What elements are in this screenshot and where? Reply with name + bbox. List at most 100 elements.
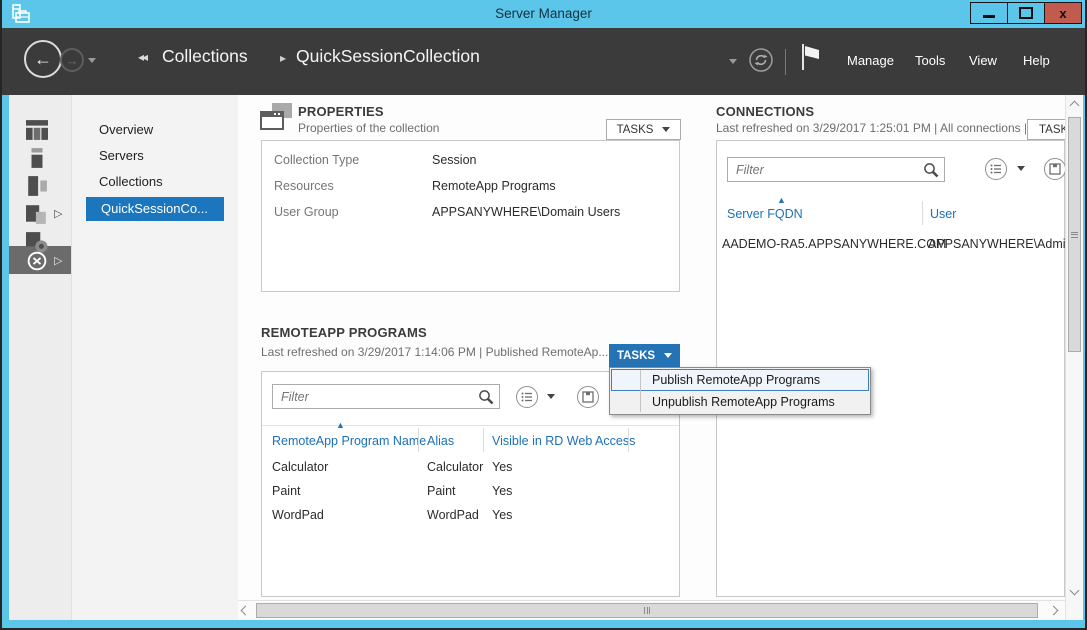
close-icon: x [1059,7,1066,20]
properties-subtitle: Properties of the collection [298,121,439,135]
window-title: Server Manager [2,6,1085,21]
navigation-bar: ← → ◂◂ Collections ▸ QuickSessionCollect… [2,28,1085,95]
column-divider [922,201,923,225]
breadcrumb-collections[interactable]: Collections [162,46,248,67]
list-icon [521,391,533,403]
scrollbar-grip [644,607,650,614]
rds-expand-icon[interactable]: ▷ [54,254,62,267]
column-header-server-fqdn[interactable]: Server FQDN [727,207,803,221]
back-button[interactable]: ← [24,40,62,78]
history-dropdown-icon[interactable] [88,58,96,63]
list-view-caret-icon[interactable] [547,394,555,399]
minimize-button[interactable] [971,3,1008,23]
menu-item-publish-remoteapp-programs[interactable]: Publish RemoteApp Programs [611,369,869,391]
column-divider [418,428,419,452]
table-row[interactable]: Paint Paint Yes [262,484,679,504]
table-row[interactable]: Calculator Calculator Yes [262,460,679,480]
vertical-scrollbar [1065,95,1083,620]
prop-label-resources: Resources [274,179,334,193]
prop-label-user-group: User Group [274,205,339,219]
breadcrumb-separator-icon: ▸ [280,51,286,65]
title-bar: Server Manager x [2,0,1085,28]
search-icon[interactable] [478,389,494,405]
tasks-caret-icon [664,353,672,358]
remoteapp-title: REMOTEAPP PROGRAMS [261,325,427,340]
list-view-options-button[interactable] [516,386,538,408]
vertical-scrollbar-thumb[interactable] [1068,117,1081,352]
column-divider [628,428,629,452]
connections-filter-input[interactable] [727,157,945,182]
horizontal-scrollbar [238,600,1065,620]
maximize-button[interactable] [1008,3,1045,23]
prop-value-resources: RemoteApp Programs [432,179,556,193]
breadcrumb-up-icon[interactable]: ◂◂ [138,50,146,64]
column-divider [483,428,484,452]
list-view-options-button[interactable] [985,158,1007,180]
tasks-caret-icon [662,127,670,132]
list-view-caret-icon[interactable] [1017,166,1025,171]
content-area: ▷ ▷ Overview Servers Collections QuickSe… [9,95,1074,620]
icon-sidebar: ▷ ▷ [9,95,72,620]
nav-pane: Overview Servers Collections QuickSessio… [72,95,239,620]
scroll-right-button[interactable] [1050,607,1057,614]
column-header-remoteapp-name[interactable]: RemoteApp Program Name [272,434,426,448]
tasks-dropdown-menu: Publish RemoteApp Programs Unpublish Rem… [609,367,871,415]
prop-label-collection-type: Collection Type [274,153,359,167]
properties-box: Collection Type Session Resources Remote… [261,140,680,292]
menu-help[interactable]: Help [1023,53,1050,68]
table-row[interactable]: WordPad WordPad Yes [262,508,679,528]
properties-title: PROPERTIES [298,104,384,119]
navpane-item-overview[interactable]: Overview [72,118,237,142]
save-view-button[interactable] [577,386,599,408]
properties-tile-icon [260,103,296,133]
connections-refreshed-text: Last refreshed on 3/29/2017 1:25:01 PM |… [716,121,1026,135]
table-row[interactable]: AADEMO-RA5.APPSANYWHERE.COM APPSANYWHERE… [717,237,1064,257]
connections-tasks-button[interactable]: TASKS [1027,119,1065,140]
remoteapp-refreshed-text: Last refreshed on 3/29/2017 1:14:06 PM |… [261,345,608,359]
navpane-item-quicksessioncollection-selected[interactable]: QuickSessionCo... [86,197,224,221]
maximize-icon [1019,7,1033,19]
window-controls: x [970,2,1082,24]
search-icon[interactable] [923,162,939,178]
horizontal-scrollbar-thumb[interactable] [256,603,1038,618]
remoteapp-tasks-button[interactable]: TASKS [609,344,680,367]
toolbar-divider [262,425,679,426]
prop-value-collection-type: Session [432,153,476,167]
scroll-left-button[interactable] [242,607,249,614]
sidebar-item-all-servers-icon[interactable] [26,175,48,197]
navpane-item-servers[interactable]: Servers [72,144,237,168]
menu-tools[interactable]: Tools [915,53,945,68]
sidebar-item-file-storage-icon[interactable] [26,203,48,225]
prop-value-user-group: APPSANYWHERE\Domain Users [432,205,620,219]
column-header-user[interactable]: User [930,207,956,221]
file-storage-expand-icon[interactable]: ▷ [54,207,62,220]
notifications-flag-icon[interactable] [798,42,822,72]
main-panel-area: PROPERTIES Properties of the collection … [238,95,1065,620]
sidebar-item-local-server-icon[interactable] [26,147,48,169]
column-header-visible[interactable]: Visible in RD Web Access [492,434,635,448]
save-icon [582,391,594,403]
close-button[interactable]: x [1045,3,1081,23]
scroll-up-button[interactable] [1071,102,1078,109]
menu-item-unpublish-remoteapp-programs[interactable]: Unpublish RemoteApp Programs [611,391,869,413]
refresh-dropdown-icon[interactable] [729,59,737,64]
refresh-icon[interactable] [748,47,774,73]
properties-tasks-button[interactable]: TASKS [606,119,681,140]
sidebar-item-dashboard-icon[interactable] [26,119,48,141]
minimize-icon [983,15,995,18]
remoteapp-filter-input[interactable] [272,384,500,409]
sort-ascending-icon[interactable]: ▲ [336,420,345,430]
sort-ascending-icon[interactable]: ▲ [777,195,786,205]
forward-button[interactable]: → [60,48,84,72]
menu-view[interactable]: View [969,53,997,68]
navbar-divider [785,49,786,75]
connections-title: CONNECTIONS [716,104,814,119]
sidebar-item-remote-desktop-services-icon[interactable] [26,250,48,272]
navpane-item-collections[interactable]: Collections [72,170,237,194]
save-icon [1049,163,1061,175]
scroll-down-button[interactable] [1071,587,1078,594]
column-header-alias[interactable]: Alias [427,434,454,448]
breadcrumb-current: QuickSessionCollection [296,46,480,67]
menu-manage[interactable]: Manage [847,53,894,68]
save-view-button[interactable] [1044,158,1065,180]
